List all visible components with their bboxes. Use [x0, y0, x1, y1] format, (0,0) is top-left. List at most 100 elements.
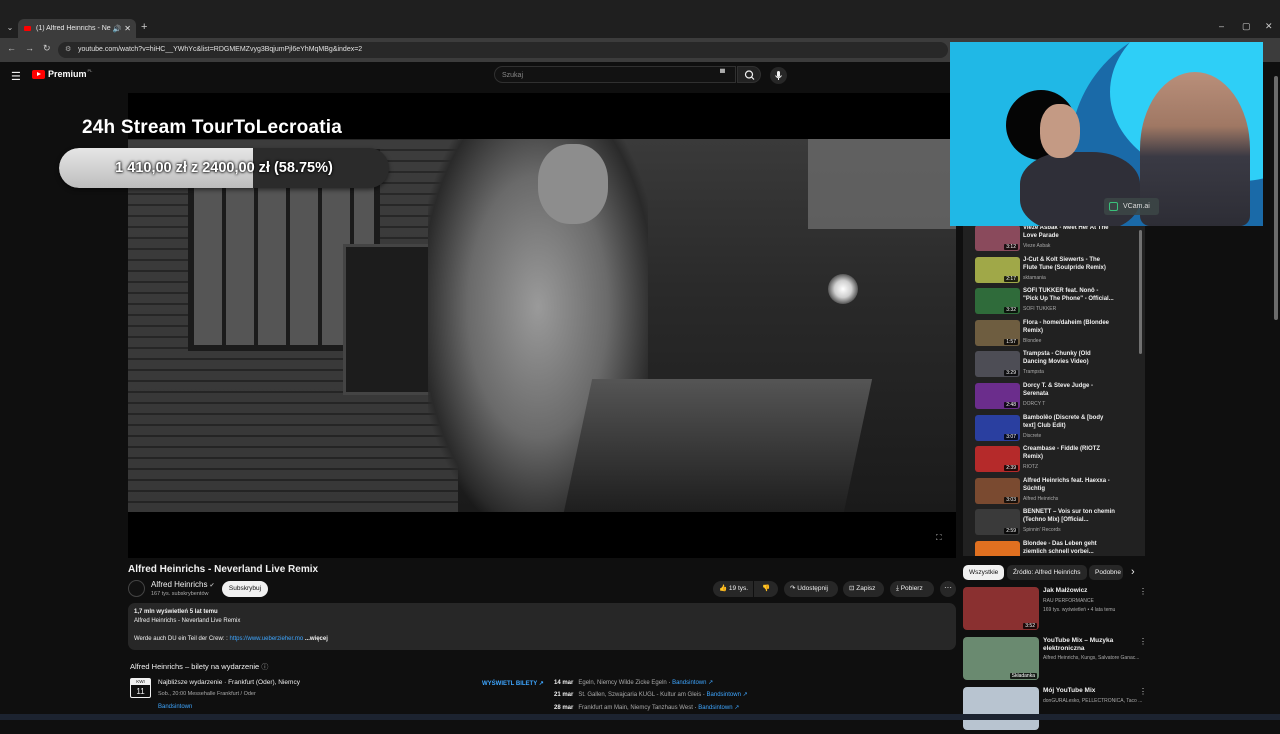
- event-link[interactable]: Bandsintown ↗: [672, 680, 713, 686]
- show-tickets-button[interactable]: WYŚWIETL BILETY ↗: [482, 680, 544, 687]
- playlist-item-channel: DORCY T: [1023, 401, 1046, 407]
- minimize-button[interactable]: –: [1219, 21, 1224, 31]
- recommendation-item[interactable]: 3:52 Jak Małżowicz RAU PERFORMANCE 169 tys.…: [963, 587, 1147, 634]
- donation-goal-bar: 1 410,00 zł z 2400,00 zł (58.75%): [59, 148, 389, 188]
- event-link[interactable]: Bandsintown ↗: [707, 692, 748, 698]
- logo-region: PL: [87, 67, 93, 73]
- recommendation-title[interactable]: YouTube Mix – Muzyka elektroniczna: [1043, 637, 1135, 653]
- recommendation-badge: Składanka: [1009, 673, 1037, 679]
- playlist-thumbnail[interactable]: 3:40: [975, 541, 1020, 556]
- more-actions-button[interactable]: ···: [940, 581, 956, 597]
- new-tab-button[interactable]: +: [141, 21, 147, 33]
- tab-close-icon[interactable]: ✕: [124, 24, 131, 33]
- playlist-thumbnail[interactable]: 3:32: [975, 288, 1020, 315]
- playlist-item[interactable]: 3:07 Bambolêo (Discrete & [body text] Clu…: [975, 414, 1145, 443]
- playlist-panel[interactable]: 3:12 Vieze Asbak - Meet Her At The Love P…: [963, 226, 1145, 556]
- voice-search-button[interactable]: [770, 67, 787, 84]
- playlist-item-title[interactable]: BENNETT – Vois sur ton chemin (Techno Mi…: [1023, 508, 1115, 524]
- playlist-thumbnail[interactable]: 3:29: [975, 351, 1020, 378]
- playlist-item-title[interactable]: Blondee - Das Leben geht ziemlich schnel…: [1023, 540, 1115, 556]
- chip-similar[interactable]: Podobne: [1089, 565, 1123, 580]
- event-link[interactable]: Bandsintown ↗: [698, 705, 739, 711]
- description-link[interactable]: https://www.ueberzieher.mo: [229, 636, 303, 642]
- playlist-thumbnail[interactable]: 1:57: [975, 319, 1020, 346]
- reload-icon[interactable]: ↻: [43, 43, 51, 54]
- page-scrollbar[interactable]: [1272, 62, 1280, 720]
- recommendation-menu-icon[interactable]: ⋮: [1139, 687, 1147, 696]
- recommendation-title[interactable]: Jak Małżowicz: [1043, 587, 1135, 595]
- playlist-item[interactable]: 1:57 Flora - home/daheim (Blondee Remix) B…: [975, 319, 1145, 348]
- playlist-thumbnail[interactable]: 2:48: [975, 383, 1020, 409]
- playlist-item-title[interactable]: Vieze Asbak - Meet Her At The Love Parad…: [1023, 226, 1115, 240]
- playlist-thumbnail[interactable]: 3:12: [975, 226, 1020, 251]
- chip-source[interactable]: Źródło: Alfred Heinrichs: [1007, 565, 1087, 580]
- save-button[interactable]: ⊡ Zapisz: [843, 581, 884, 597]
- recommendation-menu-icon[interactable]: ⋮: [1139, 637, 1147, 646]
- speaker-icon[interactable]: 🔊: [113, 25, 122, 33]
- keyboard-icon[interactable]: ▀: [720, 70, 725, 77]
- like-button[interactable]: 👍 19 tys.: [713, 581, 753, 597]
- back-icon[interactable]: ←: [7, 43, 16, 53]
- playlist-thumbnail[interactable]: 3:07: [975, 414, 1020, 441]
- playlist-thumbnail[interactable]: 3:03: [975, 477, 1020, 504]
- playlist-thumbnail[interactable]: 2:39: [975, 446, 1020, 473]
- youtube-logo[interactable]: Premium PL: [32, 67, 93, 79]
- browser-tab[interactable]: (1) Alfred Heinrichs - Never 🔊 ✕: [18, 19, 136, 38]
- fullscreen-icon[interactable]: ⛶: [936, 533, 942, 543]
- playlist-item-title[interactable]: Flora - home/daheim (Blondee Remix): [1023, 319, 1115, 335]
- tab-search-button[interactable]: ⌄: [4, 22, 16, 34]
- recommendation-menu-icon[interactable]: ⋮: [1139, 587, 1147, 596]
- recommendation-title[interactable]: Mój YouTube Mix: [1043, 687, 1135, 695]
- next-event-link[interactable]: Bandsintown: [158, 704, 192, 710]
- address-bar[interactable]: ⚙ youtube.com/watch?v=hiHC__YWhYc&list=R…: [58, 42, 948, 58]
- recommendation-item[interactable]: Składanka YouTube Mix – Muzyka elektronic…: [963, 637, 1147, 684]
- playlist-item[interactable]: 3:40Blondee - Das Leben geht ziemlich sc…: [975, 540, 1145, 556]
- playlist-item[interactable]: 3:03 Alfred Heinrichs feat. Haexxa - Süch…: [975, 477, 1145, 506]
- playlist-item[interactable]: 2:59 BENNETT – Vois sur ton chemin (Techn…: [975, 508, 1145, 537]
- maximize-button[interactable]: ▢: [1242, 21, 1251, 32]
- playlist-item[interactable]: 2:17 J-Cut & Kolt Siewerts - The Flute Tu…: [975, 256, 1145, 285]
- playlist-scrollbar[interactable]: [1139, 230, 1142, 354]
- info-icon[interactable]: ⓘ: [261, 664, 268, 671]
- event-row[interactable]: 28 mar Frankfurt am Main, Niemcy Tanzhau…: [554, 704, 739, 711]
- playlist-item-title[interactable]: SOFI TUKKER feat. Nonô - "Pick Up The Ph…: [1023, 287, 1115, 303]
- search-input[interactable]: Szukaj: [494, 66, 736, 83]
- recommendation-thumbnail[interactable]: Składanka: [963, 637, 1039, 680]
- description-box[interactable]: 1,7 mln wyświetleń 5 lat temu Alfred Hei…: [128, 603, 956, 650]
- playlist-thumbnail[interactable]: 2:17: [975, 256, 1020, 283]
- window-close-button[interactable]: ✕: [1265, 21, 1273, 32]
- playlist-thumbnail[interactable]: 2:59: [975, 509, 1020, 536]
- hamburger-menu-icon[interactable]: ☰: [11, 70, 21, 83]
- playlist-item[interactable]: 3:12 Vieze Asbak - Meet Her At The Love P…: [975, 226, 1145, 253]
- subscribe-button[interactable]: Subskrybuj: [222, 581, 268, 597]
- download-button[interactable]: ⤓ Pobierz: [890, 581, 934, 597]
- event-row[interactable]: 21 mar St. Gallen, Szwajcaria KUGL - Kul…: [554, 691, 748, 698]
- search-button[interactable]: [737, 66, 761, 83]
- playlist-item-title[interactable]: J-Cut & Kolt Siewerts - The Flute Tune (…: [1023, 256, 1115, 272]
- playlist-item[interactable]: 2:39 Creambase - Fiddle (RIOTZ Remix) RIOT…: [975, 445, 1145, 474]
- playlist-item[interactable]: 3:32 SOFI TUKKER feat. Nonô - "Pick Up Th…: [975, 287, 1145, 316]
- event-row[interactable]: 14 mar Egeln, Niemcy Wilde Zicke Egeln ·…: [554, 679, 713, 686]
- show-more-link[interactable]: ...więcej: [303, 636, 328, 642]
- chip-all[interactable]: Wszystkie: [963, 565, 1005, 580]
- playlist-item[interactable]: 2:48 Dorcy T. & Steve Judge - Serenata DOR…: [975, 382, 1145, 411]
- recommendation-item[interactable]: Mój YouTube Mix donGURALesko, PELLECTRONI…: [963, 687, 1147, 734]
- playlist-item[interactable]: 3:29 Trampsta - Chunky (Old Dancing Movie…: [975, 350, 1145, 379]
- playlist-item-channel: SOFI TUKKER: [1023, 306, 1057, 313]
- duration-badge: 3:12: [1004, 244, 1018, 250]
- recommendation-thumbnail[interactable]: [963, 687, 1039, 730]
- channel-name[interactable]: Alfred Heinrichs ✔: [151, 580, 215, 589]
- chips-next-icon[interactable]: ›: [1125, 565, 1141, 580]
- dislike-button[interactable]: 👎: [754, 581, 778, 597]
- channel-avatar[interactable]: [128, 580, 145, 597]
- playlist-item-title[interactable]: Creambase - Fiddle (RIOTZ Remix): [1023, 445, 1115, 461]
- site-info-icon[interactable]: ⚙: [65, 42, 71, 58]
- forward-icon[interactable]: →: [25, 43, 34, 53]
- playlist-item-title[interactable]: Alfred Heinrichs feat. Haexxa - Süchtig: [1023, 477, 1115, 493]
- playlist-item-title[interactable]: Bambolêo (Discrete & [body text] Club Ed…: [1023, 414, 1115, 430]
- share-button[interactable]: ↷ Udostępnij: [784, 581, 838, 597]
- recommendation-thumbnail[interactable]: 3:52: [963, 587, 1039, 630]
- playlist-item-title[interactable]: Trampsta - Chunky (Old Dancing Movies Vi…: [1023, 350, 1115, 366]
- page-scrollbar-thumb[interactable]: [1274, 76, 1278, 320]
- playlist-item-title[interactable]: Dorcy T. & Steve Judge - Serenata: [1023, 382, 1115, 398]
